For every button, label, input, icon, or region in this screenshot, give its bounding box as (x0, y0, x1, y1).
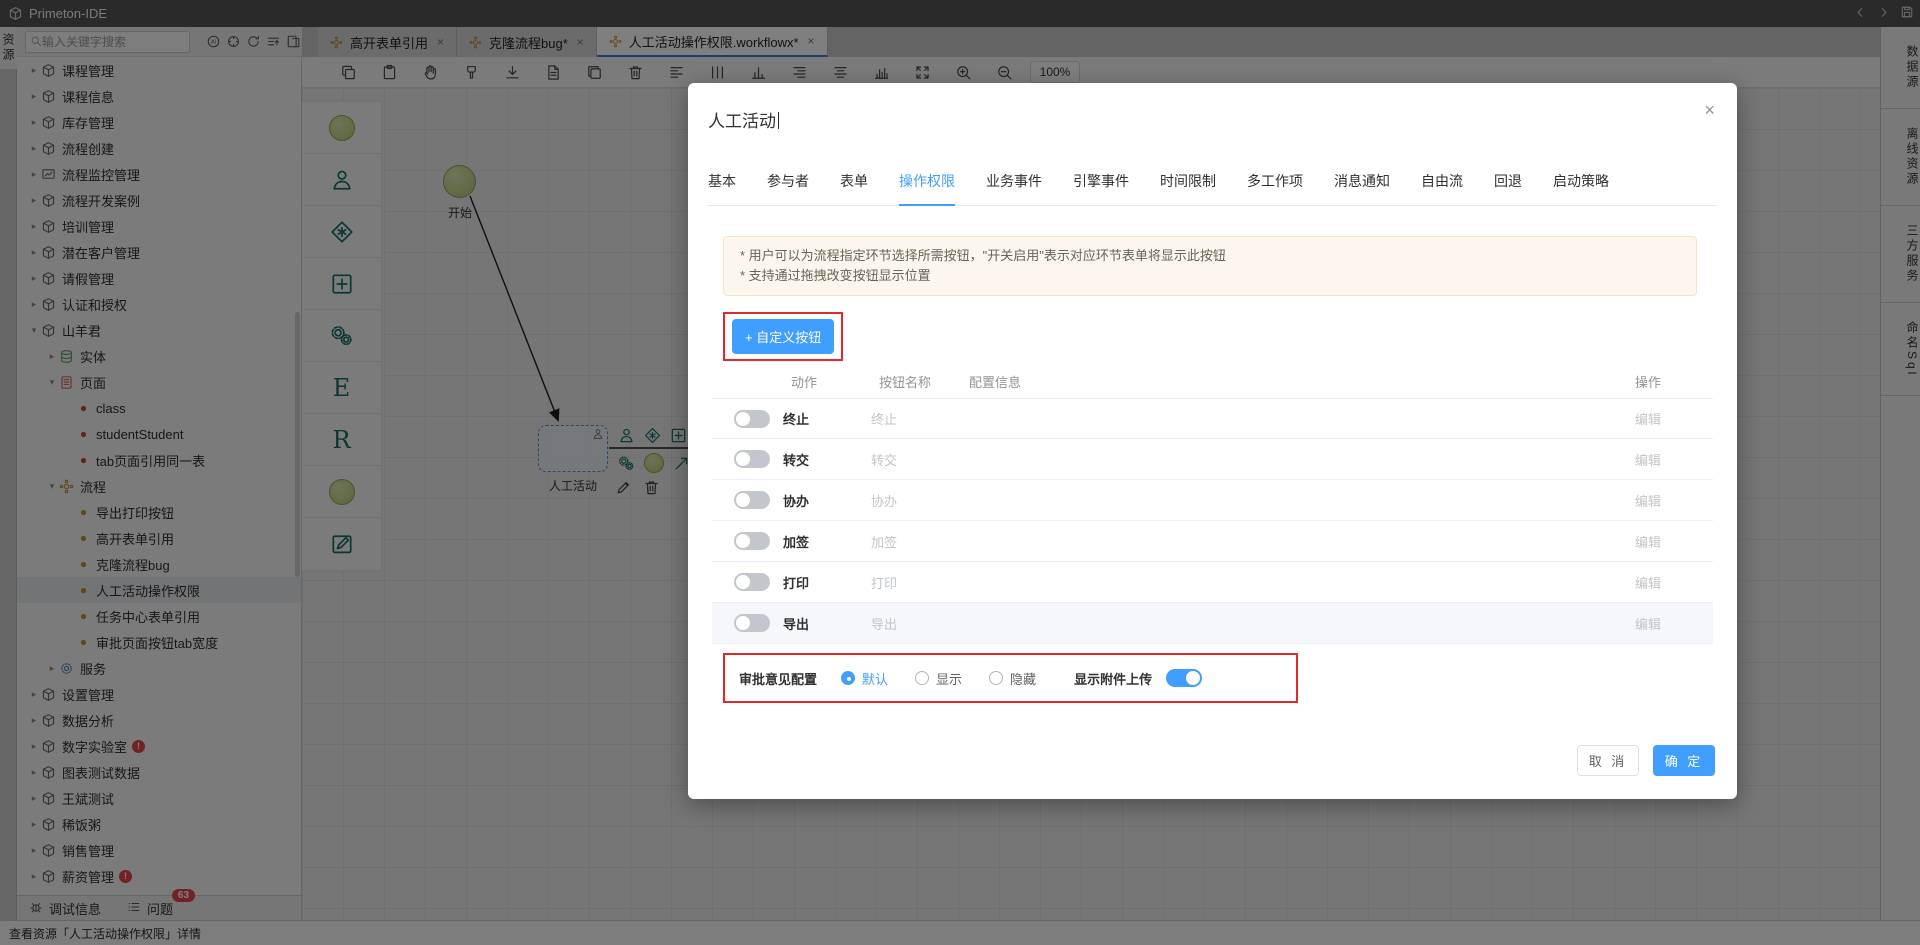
close-icon[interactable]: × (1704, 101, 1715, 119)
button-name: 转交 (871, 452, 898, 468)
radio-label: 显示 (936, 671, 963, 687)
button-name: 协办 (871, 493, 898, 509)
action-label: 导出 (783, 616, 810, 632)
permission-row-打印: 打印 打印 编辑 (712, 562, 1713, 603)
column-header-name: 按钮名称 (879, 374, 932, 390)
dialog-tab-基本[interactable]: 基本 (708, 171, 736, 205)
dialog-tab-表单[interactable]: 表单 (840, 171, 868, 205)
permission-row-协办: 协办 协办 编辑 (712, 480, 1713, 521)
edit-link[interactable]: 编辑 (1635, 532, 1713, 551)
radio-dot (915, 671, 930, 685)
radio-隐藏[interactable]: 隐藏 (989, 669, 1036, 688)
attachment-upload-toggle[interactable] (1166, 669, 1203, 687)
dialog-tab-回退[interactable]: 回退 (1494, 171, 1522, 205)
radio-dot (989, 671, 1004, 685)
dialog-tab-启动策略[interactable]: 启动策略 (1553, 171, 1609, 205)
confirm-button[interactable]: 确 定 (1653, 745, 1715, 776)
notice-box: * 用户可以为流程指定环节选择所需按钮，"开关启用"表示对应环节表单将显示此按钮… (723, 236, 1697, 296)
button-name: 加签 (871, 534, 898, 550)
notice-line-1: * 用户可以为流程指定环节选择所需按钮，"开关启用"表示对应环节表单将显示此按钮 (740, 248, 1226, 263)
permission-row-加签: 加签 加签 编辑 (712, 521, 1713, 562)
column-header-config: 配置信息 (969, 374, 1022, 390)
approval-config-annotation: 审批意见配置 默认 显示 隐藏 显示附件上传 (723, 653, 1298, 703)
enable-toggle-转交[interactable] (734, 450, 770, 468)
permission-row-导出: 导出 导出 编辑 (712, 603, 1713, 644)
dialog-tab-操作权限[interactable]: 操作权限 (899, 171, 955, 206)
enable-toggle-打印[interactable] (734, 573, 770, 591)
permission-row-终止: 终止 终止 编辑 (712, 398, 1713, 439)
column-header-action: 动作 (791, 374, 818, 390)
permission-row-转交: 转交 转交 编辑 (712, 439, 1713, 480)
edit-link[interactable]: 编辑 (1635, 491, 1713, 510)
add-custom-button[interactable]: + 自定义按钮 (732, 319, 835, 354)
app-window: Primeton-IDE 资源 AI ▸课程管理▸课程信息▸库存管理▸流程创建▸… (0, 0, 1920, 945)
radio-显示[interactable]: 显示 (915, 669, 962, 688)
activity-settings-dialog: 人工活动 × 基本 参与者 表单 操作权限 业务事件 引擎事件 时间限制 多工作项 消息通知 自由… (688, 83, 1737, 799)
dialog-tab-引擎事件[interactable]: 引擎事件 (1073, 171, 1129, 205)
approval-radio-group: 默认 显示 隐藏 (841, 669, 1036, 688)
cancel-button[interactable]: 取 消 (1577, 745, 1639, 776)
button-name: 打印 (871, 575, 898, 591)
edit-link[interactable]: 编辑 (1635, 409, 1713, 428)
edit-link[interactable]: 编辑 (1635, 614, 1713, 633)
dialog-tab-业务事件[interactable]: 业务事件 (986, 171, 1042, 205)
radio-dot (841, 671, 856, 685)
edit-link[interactable]: 编辑 (1635, 573, 1713, 592)
button-name: 导出 (871, 616, 898, 632)
dialog-tab-自由流[interactable]: 自由流 (1421, 171, 1463, 205)
action-label: 协办 (783, 493, 810, 509)
enable-toggle-协办[interactable] (734, 491, 770, 509)
action-label: 转交 (783, 452, 810, 468)
enable-toggle-终止[interactable] (734, 409, 770, 428)
custom-button-annotation: + 自定义按钮 (723, 312, 844, 361)
column-header-operation: 操作 (1635, 374, 1662, 390)
action-label: 加签 (783, 534, 810, 550)
approval-config-label: 审批意见配置 (739, 671, 818, 687)
action-label: 打印 (783, 575, 810, 591)
dialog-footer: 取 消 确 定 (1577, 745, 1715, 776)
enable-toggle-导出[interactable] (734, 614, 770, 632)
attachment-upload-label: 显示附件上传 (1074, 671, 1153, 687)
dialog-tab-时间限制[interactable]: 时间限制 (1160, 171, 1216, 205)
radio-默认[interactable]: 默认 (841, 669, 888, 688)
dialog-tab-参与者[interactable]: 参与者 (767, 171, 809, 205)
text-caret (778, 112, 779, 129)
dialog-title: 人工活动 (708, 107, 779, 132)
edit-link[interactable]: 编辑 (1635, 450, 1713, 469)
action-label: 终止 (783, 412, 810, 427)
radio-label: 默认 (862, 671, 889, 687)
notice-line-2: * 支持通过拖拽改变按钮显示位置 (740, 268, 931, 283)
button-permission-list: 终止 终止 编辑 转交 转交 编辑 协办 协办 编辑 加签 加签 编辑 打印 打印 编辑 导出 导出 编辑 (712, 398, 1713, 647)
radio-label: 隐藏 (1010, 671, 1037, 687)
enable-toggle-加签[interactable] (734, 532, 770, 550)
dialog-tab-消息通知[interactable]: 消息通知 (1334, 171, 1390, 205)
dialog-tab-bar: 基本 参与者 表单 操作权限 业务事件 引擎事件 时间限制 多工作项 消息通知 自由流 回退 启动策略 (708, 171, 1717, 206)
button-name: 终止 (871, 412, 898, 427)
table-header: 动作 按钮名称 配置信息 操作 (712, 369, 1713, 393)
dialog-tab-多工作项[interactable]: 多工作项 (1247, 171, 1303, 205)
